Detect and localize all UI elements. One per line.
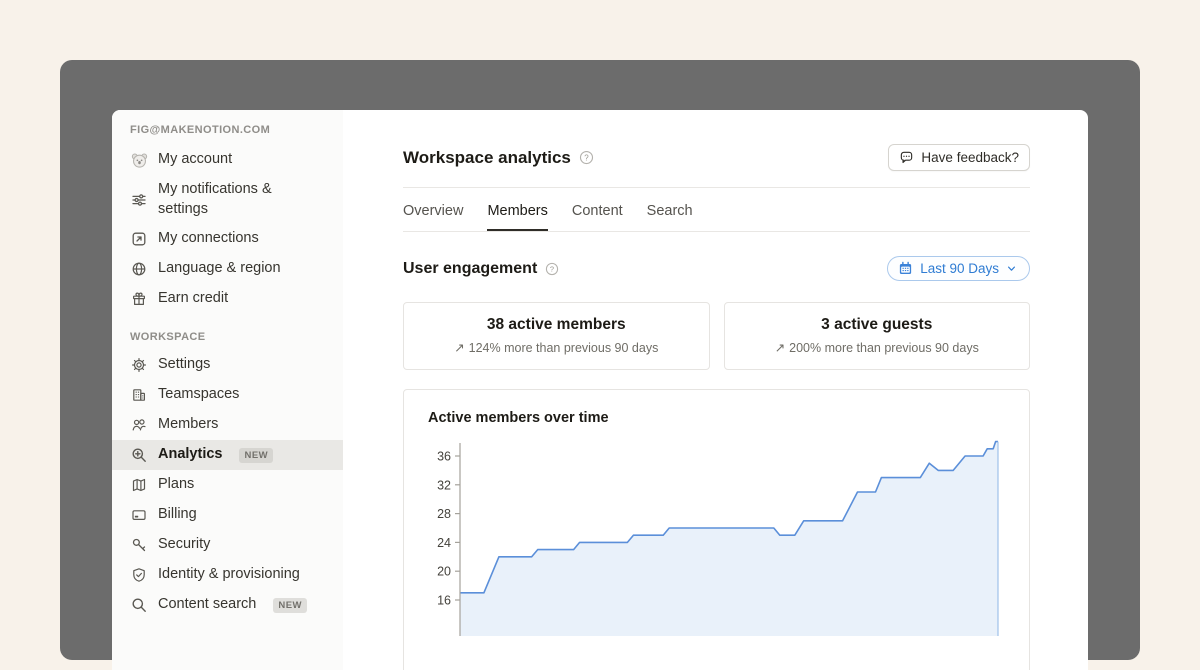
trend-up-icon: ↗ bbox=[775, 341, 785, 355]
analytics-tabs: Overview Members Content Search bbox=[403, 190, 1030, 231]
stat-value: 38 active members bbox=[414, 316, 699, 334]
y-axis-tick-label: 28 bbox=[437, 507, 451, 521]
shield-check-icon bbox=[130, 566, 148, 584]
sliders-icon bbox=[130, 191, 148, 209]
sidebar-item-label: Teamspaces bbox=[158, 385, 239, 405]
sidebar-item-label: Settings bbox=[158, 355, 210, 375]
y-axis-tick-label: 32 bbox=[437, 478, 451, 492]
sidebar-item-plans[interactable]: Plans bbox=[112, 470, 343, 500]
sidebar-item-analytics[interactable]: Analytics NEW bbox=[112, 440, 343, 470]
new-badge: NEW bbox=[239, 448, 273, 463]
help-icon[interactable]: ? bbox=[545, 262, 559, 276]
date-range-label: Last 90 Days bbox=[920, 261, 999, 276]
sidebar-item-label: Identity & provisioning bbox=[158, 565, 300, 585]
sidebar-item-label: Earn credit bbox=[158, 289, 228, 309]
gear-icon bbox=[130, 356, 148, 374]
have-feedback-button[interactable]: Have feedback? bbox=[888, 144, 1030, 171]
arrow-box-icon bbox=[130, 230, 148, 248]
card-icon bbox=[130, 506, 148, 524]
map-icon bbox=[130, 476, 148, 494]
chart-card: Active members over time 16 20 24 28 32 36 bbox=[403, 389, 1030, 670]
sidebar-item-my-account[interactable]: My account bbox=[112, 145, 343, 175]
building-icon bbox=[130, 386, 148, 404]
workspace-section-heading: WORKSPACE bbox=[112, 331, 343, 343]
help-icon[interactable]: ? bbox=[579, 150, 594, 165]
y-axis-tick-label: 24 bbox=[437, 536, 451, 550]
people-icon bbox=[130, 416, 148, 434]
trend-up-icon: ↗ bbox=[454, 341, 464, 355]
sidebar-item-my-connections[interactable]: My connections bbox=[112, 224, 343, 254]
chevron-down-icon bbox=[1006, 263, 1017, 274]
zoom-plus-icon bbox=[130, 446, 148, 464]
y-axis-tick-label: 36 bbox=[437, 450, 451, 464]
account-email-label: FIG@MAKENOTION.COM bbox=[112, 124, 343, 136]
stat-card-active-guests: 3 active guests ↗200% more than previous… bbox=[724, 302, 1031, 370]
sidebar-item-label: My notifications & settings bbox=[158, 180, 316, 219]
sidebar-item-earn-credit[interactable]: Earn credit bbox=[112, 284, 343, 314]
chat-bubble-icon bbox=[899, 150, 914, 165]
y-axis-tick-label: 20 bbox=[437, 565, 451, 579]
sidebar-item-content-search[interactable]: Content search NEW bbox=[112, 590, 343, 620]
tabs-divider bbox=[403, 231, 1030, 232]
tab-search[interactable]: Search bbox=[647, 190, 693, 231]
chart-title: Active members over time bbox=[428, 410, 1005, 426]
window-titlebar[interactable] bbox=[60, 60, 1140, 110]
page-title: Workspace analytics bbox=[403, 148, 571, 168]
calendar-icon bbox=[898, 261, 913, 276]
svg-text:?: ? bbox=[550, 264, 554, 273]
sidebar-item-notifications-settings[interactable]: My notifications & settings bbox=[112, 175, 343, 224]
new-badge: NEW bbox=[273, 598, 307, 613]
section-title: User engagement bbox=[403, 260, 537, 278]
sidebar-item-settings[interactable]: Settings bbox=[112, 350, 343, 380]
sidebar-item-billing[interactable]: Billing bbox=[112, 500, 343, 530]
sidebar-item-label: My connections bbox=[158, 229, 259, 249]
sidebar-item-language-region[interactable]: Language & region bbox=[112, 254, 343, 284]
sidebar-item-label: Billing bbox=[158, 505, 197, 525]
sidebar-item-label: Language & region bbox=[158, 259, 281, 279]
svg-text:?: ? bbox=[584, 153, 589, 162]
sidebar-item-label: Members bbox=[158, 415, 218, 435]
key-icon bbox=[130, 536, 148, 554]
sidebar-item-label: Content search bbox=[158, 595, 256, 615]
sidebar-item-label: Plans bbox=[158, 475, 194, 495]
tab-overview[interactable]: Overview bbox=[403, 190, 463, 231]
globe-icon bbox=[130, 260, 148, 278]
gift-icon bbox=[130, 290, 148, 308]
sidebar-item-members[interactable]: Members bbox=[112, 410, 343, 440]
sidebar-item-identity-provisioning[interactable]: Identity & provisioning bbox=[112, 560, 343, 590]
search-icon bbox=[130, 596, 148, 614]
analytics-main: Workspace analytics ? bbox=[343, 110, 1088, 670]
stat-trend: ↗200% more than previous 90 days bbox=[735, 340, 1020, 355]
tab-members[interactable]: Members bbox=[487, 190, 547, 231]
sidebar-item-label: Security bbox=[158, 535, 210, 555]
avatar-icon bbox=[130, 151, 148, 169]
date-range-button[interactable]: Last 90 Days bbox=[887, 256, 1030, 281]
sidebar-item-teamspaces[interactable]: Teamspaces bbox=[112, 380, 343, 410]
active-members-chart[interactable]: 16 20 24 28 32 36 bbox=[428, 436, 1005, 636]
tab-content[interactable]: Content bbox=[572, 190, 623, 231]
settings-panel: FIG@MAKENOTION.COM My account bbox=[112, 110, 1088, 670]
sidebar-item-label: My account bbox=[158, 150, 232, 170]
chart-area-fill bbox=[460, 442, 998, 636]
stat-card-active-members: 38 active members ↗124% more than previo… bbox=[403, 302, 710, 370]
stat-trend: ↗124% more than previous 90 days bbox=[414, 340, 699, 355]
y-axis-tick-label: 16 bbox=[437, 594, 451, 608]
header-divider bbox=[403, 187, 1030, 188]
app-window: FIG@MAKENOTION.COM My account bbox=[60, 60, 1140, 660]
sidebar-item-label: Analytics bbox=[158, 445, 222, 465]
sidebar-item-security[interactable]: Security bbox=[112, 530, 343, 560]
stat-value: 3 active guests bbox=[735, 316, 1020, 334]
feedback-button-label: Have feedback? bbox=[921, 150, 1019, 165]
settings-sidebar: FIG@MAKENOTION.COM My account bbox=[112, 110, 343, 670]
